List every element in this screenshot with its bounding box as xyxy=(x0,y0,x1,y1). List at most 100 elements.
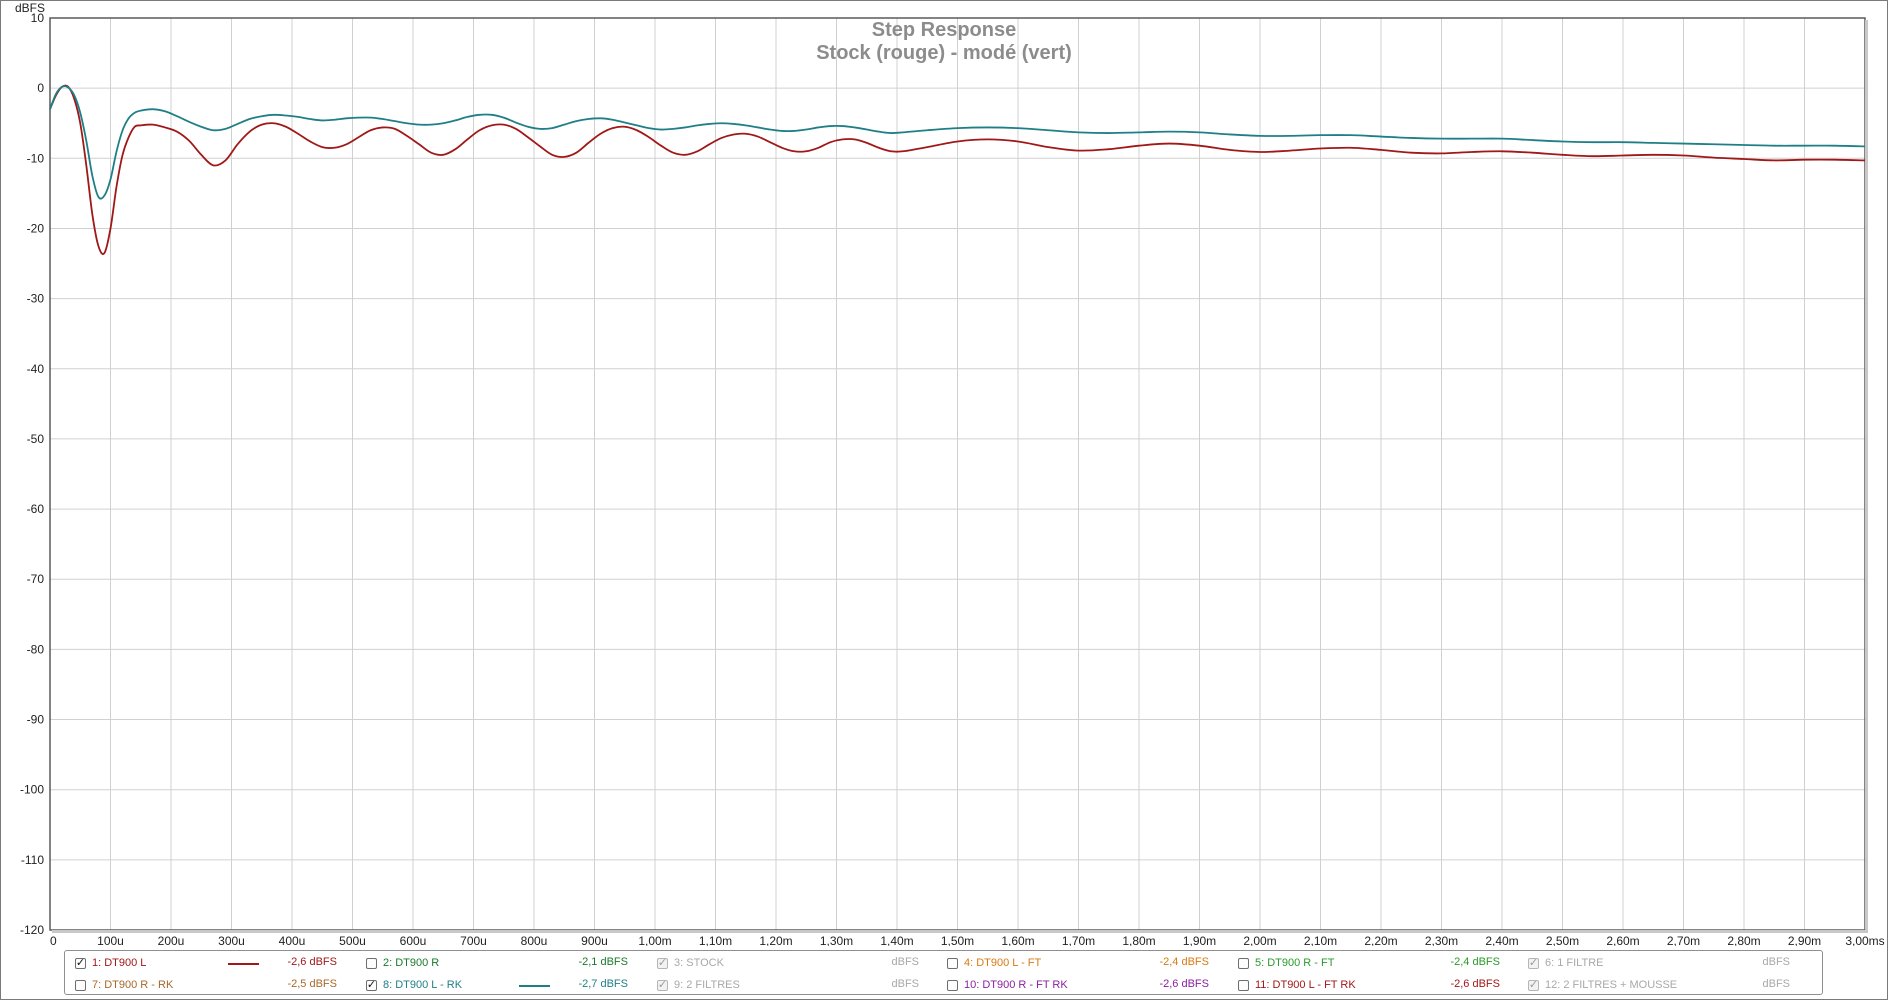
y-tick-label: -20 xyxy=(27,221,45,235)
checkbox-checked[interactable]: ✓ xyxy=(657,957,668,969)
rew-window: 10 0 -10 -20 -30 -40 -50 -60 -70 -80 -90 -100 -110 -1… xyxy=(0,0,1888,1000)
legend-label: 5: DT900 R - FT xyxy=(1255,957,1335,969)
legend-item[interactable]: ✓ 1: DT900 L xyxy=(75,954,146,972)
legend-item[interactable]: ✓ 8: DT900 L - RK xyxy=(366,976,462,994)
y-tick-label: -10 xyxy=(27,151,45,165)
legend-label: 1: DT900 L xyxy=(92,957,147,969)
legend-item[interactable]: 4: DT900 L - FT xyxy=(947,954,1041,972)
x-tick-label: 1,60m xyxy=(1001,934,1034,946)
checkbox-unchecked[interactable] xyxy=(947,979,958,991)
legend-label: 10: DT900 R - FT RK xyxy=(964,979,1068,991)
x-tick-label: 1,30m xyxy=(820,934,853,946)
x-tick-label: 2,00m xyxy=(1243,934,1276,946)
checkbox-unchecked[interactable] xyxy=(366,957,377,969)
checkbox-checked[interactable]: ✓ xyxy=(1528,979,1539,991)
checkbox-unchecked[interactable] xyxy=(75,979,86,991)
y-tick-label: -30 xyxy=(27,292,45,306)
legend-label: 4: DT900 L - FT xyxy=(964,957,1042,969)
x-tick-label: 100u xyxy=(97,934,124,946)
legend-value: -2,6 dBFS xyxy=(1159,978,1209,990)
legend-label: 11: DT900 L - FT RK xyxy=(1255,979,1356,991)
y-tick-label: 0 xyxy=(37,81,44,95)
legend-line-swatch xyxy=(228,963,259,965)
legend-label: 9: 2 FILTRES xyxy=(674,979,740,991)
legend-label: 6: 1 FILTRE xyxy=(1545,957,1604,969)
x-tick-label: 2,40m xyxy=(1485,934,1518,946)
legend-label: 3: STOCK xyxy=(674,957,724,969)
x-tick-label: 500u xyxy=(339,934,366,946)
legend-value: dBFS xyxy=(1762,956,1790,968)
checkbox-unchecked[interactable] xyxy=(1238,957,1249,969)
chart-title: Step Response xyxy=(872,19,1016,41)
legend-panel: ✓ 1: DT900 L -2,6 dBFS 2: DT900 R -2,1 dBFS ✓… xyxy=(64,950,1823,995)
legend-label: 8: DT900 L - RK xyxy=(383,979,463,991)
legend-item[interactable]: ✓ 6: 1 FILTRE xyxy=(1528,954,1603,972)
checkbox-checked[interactable]: ✓ xyxy=(657,979,668,991)
y-tick-label: -80 xyxy=(27,642,45,656)
checkbox-unchecked[interactable] xyxy=(947,957,958,969)
legend-item[interactable]: ✓ 12: 2 FILTRES + MOUSSE xyxy=(1528,976,1677,994)
y-tick-label: -40 xyxy=(27,362,45,376)
x-tick-label: 300u xyxy=(218,934,245,946)
legend-value: -2,4 dBFS xyxy=(1450,956,1500,968)
y-tick-label: -60 xyxy=(27,502,45,516)
legend-label: 12: 2 FILTRES + MOUSSE xyxy=(1545,979,1678,991)
x-tick-label: 1,90m xyxy=(1183,934,1216,946)
x-tick-label: 1,00m xyxy=(638,934,671,946)
y-tick-label: -120 xyxy=(20,923,44,937)
x-tick-label: 3,00ms xyxy=(1845,934,1884,946)
legend-item[interactable]: ✓ 9: 2 FILTRES xyxy=(657,976,740,994)
x-tick-label: 1,80m xyxy=(1122,934,1155,946)
legend-item[interactable]: ✓ 3: STOCK xyxy=(657,954,724,972)
x-tick-label: 2,30m xyxy=(1425,934,1458,946)
step-response-chart: 100-10-20-30-40-50-60-70-80-90-100-110-1… xyxy=(15,1,1885,946)
x-axis-ticks: 0 100u 200u 300u 400u 500u 600u 700u 800u 900u 1,0… xyxy=(50,934,1885,946)
y-tick-label: -50 xyxy=(27,432,45,446)
x-tick-label: 2,60m xyxy=(1606,934,1639,946)
legend-item[interactable]: 11: DT900 L - FT RK xyxy=(1238,976,1356,994)
x-tick-label: 1,10m xyxy=(699,934,732,946)
plot-frame-shadow-bottom xyxy=(52,930,1868,933)
x-tick-label: 2,50m xyxy=(1546,934,1579,946)
chart-subtitle: Stock (rouge) - modé (vert) xyxy=(816,42,1072,64)
legend-value: -2,5 dBFS xyxy=(287,978,337,990)
y-tick-label: -110 xyxy=(21,853,44,867)
y-tick-label: -90 xyxy=(27,713,45,727)
legend-value: -2,4 dBFS xyxy=(1159,956,1209,968)
checkbox-unchecked[interactable] xyxy=(1238,979,1249,991)
legend-value: dBFS xyxy=(1762,978,1790,990)
x-tick-label: 2,70m xyxy=(1667,934,1700,946)
legend-label: 7: DT900 R - RK xyxy=(92,979,174,991)
legend-item[interactable]: 10: DT900 R - FT RK xyxy=(947,976,1068,994)
x-tick-label: 800u xyxy=(521,934,548,946)
x-tick-label: 2,10m xyxy=(1304,934,1337,946)
legend-item[interactable]: 5: DT900 R - FT xyxy=(1238,954,1334,972)
legend-value: -2,6 dBFS xyxy=(287,956,337,968)
legend-value: -2,6 dBFS xyxy=(1450,978,1500,990)
legend-item[interactable]: 2: DT900 R xyxy=(366,954,439,972)
y-axis-ticks: 100-10-20-30-40-50-60-70-80-90-100-110-1… xyxy=(20,11,44,937)
legend-line-swatch xyxy=(519,985,550,987)
legend-item[interactable]: 7: DT900 R - RK xyxy=(75,976,173,994)
checkbox-checked[interactable]: ✓ xyxy=(75,957,86,969)
x-tick-label: 2,90m xyxy=(1788,934,1821,946)
legend-value: dBFS xyxy=(891,956,919,968)
x-tick-label: 2,20m xyxy=(1364,934,1397,946)
legend-value: -2,7 dBFS xyxy=(578,978,628,990)
x-tick-label: 1,50m xyxy=(941,934,974,946)
legend-value: -2,1 dBFS xyxy=(578,956,628,968)
checkbox-checked[interactable]: ✓ xyxy=(1528,957,1539,969)
x-tick-label: 1,20m xyxy=(759,934,792,946)
x-tick-label: 1,70m xyxy=(1062,934,1095,946)
y-tick-label: -70 xyxy=(27,572,45,586)
y-axis-unit-label: dBFS xyxy=(15,1,45,15)
x-tick-label: 0 xyxy=(50,934,57,946)
legend-label: 2: DT900 R xyxy=(383,957,440,969)
y-tick-label: -100 xyxy=(20,783,44,797)
checkbox-checked[interactable]: ✓ xyxy=(366,979,377,991)
x-tick-label: 2,80m xyxy=(1727,934,1760,946)
x-tick-label: 600u xyxy=(400,934,427,946)
legend-value: dBFS xyxy=(891,978,919,990)
plot-frame-shadow xyxy=(1865,20,1868,932)
x-tick-label: 1,40m xyxy=(880,934,913,946)
